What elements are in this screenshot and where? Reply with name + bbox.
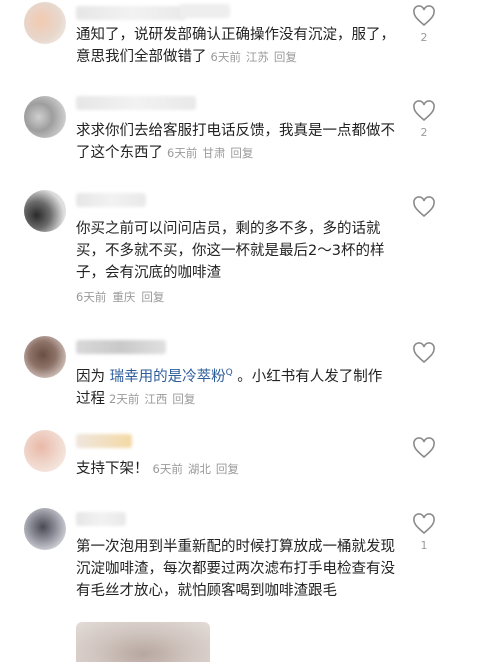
- heart-outline-icon: [413, 100, 435, 122]
- comment-time: 6天前: [167, 146, 198, 160]
- comment-meta: 6天前 湖北 回复: [153, 462, 244, 476]
- comment-body: 支持下架！: [76, 461, 149, 477]
- reply-button[interactable]: 回复: [216, 462, 239, 476]
- like-button[interactable]: [412, 342, 436, 364]
- avatar[interactable]: [24, 190, 66, 232]
- comment-text: 因为 瑞幸用的是冷萃粉Q 。小红书有人发了制作过程 2天前 江西 回复: [76, 362, 396, 410]
- like-count: 1: [420, 539, 428, 552]
- username-blurred[interactable]: [76, 340, 166, 354]
- heart-outline-icon: [413, 5, 435, 27]
- comment-text: 通知了，说研发部确认正确操作没有沉淀，服了，意思我们全部做错了 6天前 江苏 回复: [76, 24, 396, 68]
- avatar[interactable]: [24, 430, 66, 472]
- comment-location: 湖北: [187, 462, 211, 476]
- reply-button[interactable]: 回复: [141, 290, 164, 304]
- comment-text: 你买之前可以问问店员，剩的多不多，多的话就买，不多就不买，你这一杯就是最后2～3…: [76, 221, 385, 281]
- like-button[interactable]: [412, 513, 436, 535]
- comment-meta: 6天前 甘肃 回复: [167, 146, 258, 160]
- comment-photo[interactable]: [76, 622, 210, 662]
- comment-time: 2天前: [109, 391, 140, 406]
- reply-button[interactable]: 回复: [172, 392, 195, 406]
- reply-button[interactable]: 回复: [274, 50, 297, 64]
- heart-outline-icon: [413, 196, 435, 218]
- search-small-icon: Q: [225, 368, 233, 378]
- username-blurred[interactable]: [76, 6, 186, 20]
- avatar[interactable]: [24, 336, 66, 378]
- comment-meta: 6天前 江苏 回复: [211, 50, 302, 64]
- comment-text: 求求你们去给客服打电话反馈，我真是一点都做不了这个东西了 6天前 甘肃 回复: [76, 120, 396, 164]
- heart-outline-icon: [413, 437, 435, 459]
- reply-button[interactable]: 回复: [230, 146, 253, 160]
- comment-location: 江西: [144, 391, 168, 406]
- comment-time: 6天前: [76, 290, 107, 304]
- heart-outline-icon: [413, 342, 435, 364]
- like-count: 2: [420, 126, 428, 139]
- search-link[interactable]: 瑞幸用的是冷萃粉: [110, 369, 226, 385]
- comment-meta: 6天前 重庆 回复: [76, 289, 170, 305]
- username-blurred: [180, 4, 230, 18]
- comment-location: 甘肃: [202, 146, 226, 160]
- comment-meta: 2天前 江西 回复: [109, 392, 200, 406]
- comment-text: 第一次泡用到半重新配的时候打算放成一桶就发现沉淀咖啡渣，每次都要过两次滤布打手电…: [76, 539, 395, 599]
- username-blurred[interactable]: [76, 434, 132, 448]
- comment-time: 6天前: [152, 462, 183, 476]
- heart-outline-icon: [413, 513, 435, 535]
- username-blurred[interactable]: [76, 193, 146, 207]
- avatar[interactable]: [24, 2, 66, 44]
- username-blurred[interactable]: [76, 512, 126, 526]
- comment-location: 江苏: [245, 50, 269, 64]
- comment-text: 支持下架！ 6天前 湖北 回复: [76, 458, 396, 480]
- like-button[interactable]: [412, 5, 436, 27]
- avatar[interactable]: [24, 96, 66, 138]
- comment-body-start: 因为: [76, 368, 110, 385]
- like-button[interactable]: [412, 437, 436, 459]
- comment-time: 6天前: [210, 50, 241, 64]
- like-button[interactable]: [412, 100, 436, 122]
- like-count: 2: [420, 31, 428, 44]
- avatar[interactable]: [24, 508, 66, 550]
- comment-location: 重庆: [112, 290, 136, 304]
- like-button[interactable]: [412, 196, 436, 218]
- username-blurred[interactable]: [76, 96, 196, 110]
